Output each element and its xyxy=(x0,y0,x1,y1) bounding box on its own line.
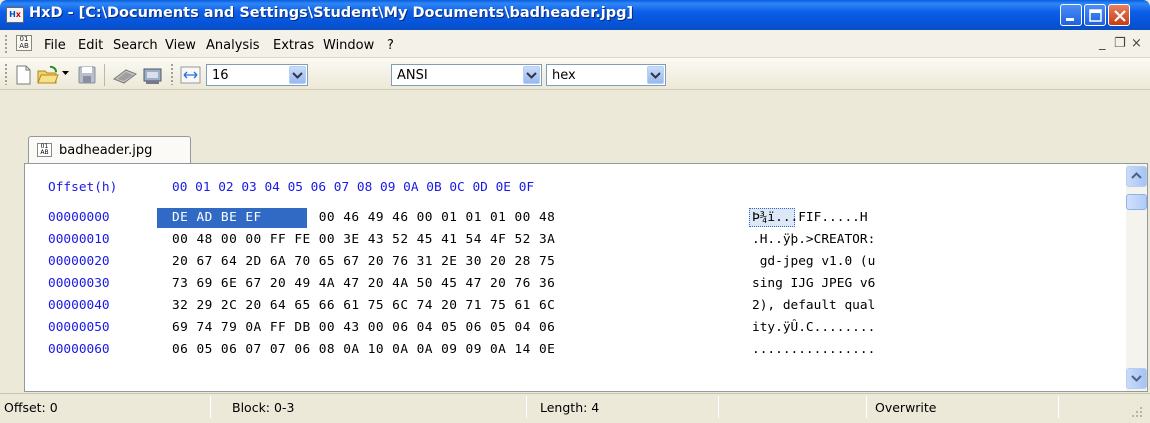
row-ascii[interactable]: .H..ÿþ.>CREATOR: xyxy=(752,232,875,247)
document-icon[interactable]: 01 AB xyxy=(16,35,32,51)
menu-file[interactable]: File xyxy=(44,38,66,53)
toolbar-separator xyxy=(104,64,105,86)
menu-view[interactable]: View xyxy=(165,38,196,53)
title-bar[interactable]: Hx HxD - [C:\Documents and Settings\Stud… xyxy=(0,0,1150,30)
menu-extras[interactable]: Extras xyxy=(273,38,314,53)
menu-grip[interactable] xyxy=(4,34,8,54)
menu-analysis[interactable]: Analysis xyxy=(206,38,260,53)
row-ascii[interactable]: sing IJG JPEG v6 xyxy=(752,276,875,291)
status-divider xyxy=(1058,396,1059,418)
bytes-per-row-select[interactable]: 16 xyxy=(206,64,308,86)
open-dropdown-icon[interactable] xyxy=(62,71,70,77)
scroll-down-button[interactable] xyxy=(1126,368,1147,389)
chevron-down-icon[interactable] xyxy=(289,66,306,84)
mdi-minimize-button[interactable]: _ xyxy=(1099,36,1106,51)
charset-value: ANSI xyxy=(397,68,428,83)
status-edit-mode[interactable]: Overwrite xyxy=(875,400,937,415)
mdi-close-button[interactable]: × xyxy=(1131,36,1142,51)
row-ascii[interactable]: gd-jpeg v1.0 (u xyxy=(752,254,876,269)
offset-base-select[interactable]: hex xyxy=(546,64,666,86)
save-icon[interactable] xyxy=(77,64,97,86)
maximize-icon xyxy=(1089,9,1102,22)
row-offset: 00000060 xyxy=(48,342,110,357)
row-offset: 00000000 xyxy=(48,210,110,225)
minimize-icon xyxy=(1066,18,1074,21)
tab-label: badheader.jpg xyxy=(59,143,153,158)
row-ascii[interactable]: ................ xyxy=(752,342,875,357)
minimize-button[interactable] xyxy=(1060,4,1082,26)
column-header: 00 01 02 03 04 05 06 07 08 09 0A 0B 0C 0… xyxy=(172,180,535,195)
row-bytes[interactable]: 00 48 00 00 FF FE 00 3E 43 52 45 41 54 4… xyxy=(172,232,555,247)
scroll-up-button[interactable] xyxy=(1126,166,1147,187)
row-bytes[interactable]: 06 05 06 07 07 06 08 0A 10 0A 0A 09 09 0… xyxy=(172,342,555,357)
hex-file-icon: 01 AB xyxy=(37,143,52,157)
toolbar-grip[interactable] xyxy=(4,63,8,85)
close-button[interactable] xyxy=(1108,4,1130,26)
row-offset: 00000010 xyxy=(48,232,110,247)
vertical-scrollbar[interactable] xyxy=(1126,164,1147,391)
menu-window[interactable]: Window xyxy=(323,38,374,53)
status-divider xyxy=(718,396,719,418)
row-ascii[interactable]: 2), default qual xyxy=(752,298,875,313)
chevron-down-icon xyxy=(1131,375,1142,382)
row-bytes[interactable]: 69 74 79 0A FF DB 00 43 00 06 04 05 06 0… xyxy=(172,320,555,335)
bytes-per-row-value: 16 xyxy=(212,68,229,83)
hxd-app-icon[interactable]: Hx xyxy=(6,7,24,23)
scroll-thumb[interactable] xyxy=(1126,194,1147,210)
open-disk-icon[interactable] xyxy=(112,64,138,86)
offset-base-value: hex xyxy=(552,68,576,83)
row-bytes[interactable]: 20 67 64 2D 6A 70 65 67 20 76 31 2E 30 2… xyxy=(172,254,555,269)
row-offset: 00000020 xyxy=(48,254,110,269)
status-offset: Offset: 0 xyxy=(4,400,58,415)
status-length: Length: 4 xyxy=(540,400,600,415)
row-offset: 00000030 xyxy=(48,276,110,291)
window-title: HxD - [C:\Documents and Settings\Student… xyxy=(29,5,634,21)
chevron-down-icon[interactable] xyxy=(647,66,664,84)
open-ram-icon[interactable] xyxy=(142,64,164,86)
menu-search[interactable]: Search xyxy=(113,38,158,53)
new-file-icon[interactable] xyxy=(14,64,32,86)
status-divider xyxy=(866,396,867,418)
row-bytes[interactable]: 73 69 6E 67 20 49 4A 47 20 4A 50 45 47 2… xyxy=(172,276,555,291)
menu-edit[interactable]: Edit xyxy=(78,38,103,53)
offset-header-label: Offset(h) xyxy=(48,180,118,195)
row-ascii[interactable]: ity.ÿÛ.C........ xyxy=(752,320,875,335)
tab-badheader-jpg[interactable]: 01 AB badheader.jpg xyxy=(28,136,191,164)
mdi-restore-button[interactable]: ❐ xyxy=(1114,36,1126,51)
row-offset: 00000050 xyxy=(48,320,110,335)
row-bytes[interactable]: 32 29 2C 20 64 65 66 61 75 6C 74 20 71 7… xyxy=(172,298,555,313)
resize-grip-icon[interactable] xyxy=(1130,405,1144,419)
toolbar-grip-2[interactable] xyxy=(170,63,174,85)
bytes-per-row-icon xyxy=(180,66,201,84)
row-offset: 00000040 xyxy=(48,298,110,313)
maximize-button[interactable] xyxy=(1084,4,1106,26)
open-file-icon[interactable] xyxy=(37,64,59,86)
selected-bytes[interactable]: DE AD BE EF xyxy=(172,210,262,225)
charset-select[interactable]: ANSI xyxy=(391,64,542,86)
status-divider xyxy=(210,396,211,418)
menu-help[interactable]: ? xyxy=(387,38,394,53)
close-icon xyxy=(1114,10,1126,22)
chevron-down-icon[interactable] xyxy=(523,66,540,84)
chevron-up-icon xyxy=(1131,172,1142,179)
row-ascii[interactable]: Þ­¾ï...FIF.....H xyxy=(752,210,868,225)
status-block: Block: 0-3 xyxy=(232,400,295,415)
status-divider xyxy=(526,396,527,418)
